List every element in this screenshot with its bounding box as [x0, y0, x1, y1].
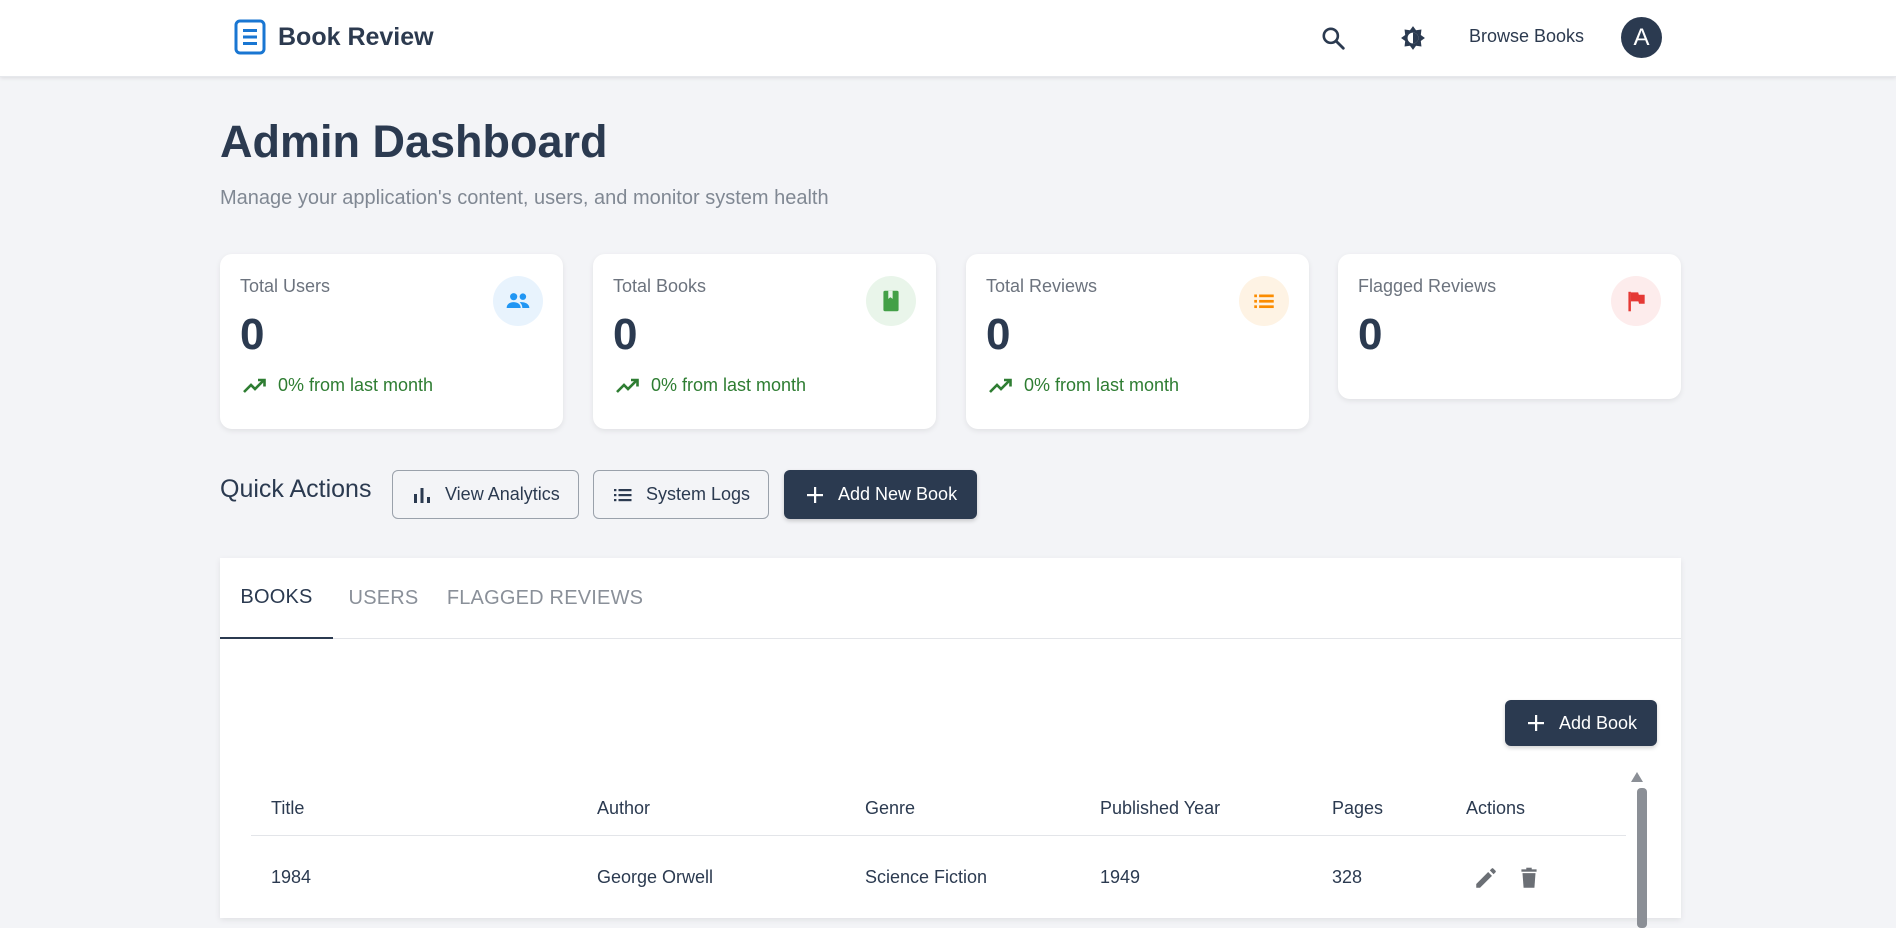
stat-trend-text: 0% from last month: [278, 375, 434, 395]
view-analytics-label: View Analytics: [445, 484, 560, 504]
stat-value: 0: [240, 310, 265, 359]
table-cell-author: George Orwell: [597, 867, 714, 887]
stat-icon-badge: [493, 276, 543, 326]
trash-icon: [1521, 867, 1537, 888]
add-book-label: Add Book: [1559, 712, 1638, 733]
stat-label: Total Users: [240, 276, 331, 296]
content-panel: BOOKS USERS FLAGGED REVIEWS Add Book Tit…: [220, 558, 1681, 928]
stat-label: Flagged Reviews: [1358, 276, 1497, 296]
stat-trend: 0% from last month: [615, 375, 806, 396]
page-subtitle: Manage your application's content, users…: [220, 187, 829, 209]
theme-toggle-button[interactable]: [1395, 20, 1431, 56]
delete-button[interactable]: [1514, 863, 1544, 893]
list-icon: [614, 488, 632, 501]
trending-up-icon: [989, 378, 1012, 393]
quick-actions-title: Quick Actions: [220, 475, 372, 503]
stat-card-flagged-reviews: Flagged Reviews 0: [1338, 254, 1681, 399]
stat-card-total-users: Total Users 0 0% from last month: [220, 254, 563, 429]
stat-label: Total Books: [613, 276, 707, 296]
column-header-published-year[interactable]: Published Year: [1100, 798, 1220, 819]
brightness-icon: [1401, 26, 1425, 50]
stat-label: Total Reviews: [986, 276, 1098, 296]
stat-value: 0: [1358, 310, 1383, 359]
stat-card-total-reviews: Total Reviews 0 0% from last month: [966, 254, 1309, 429]
view-analytics-button[interactable]: View Analytics: [392, 470, 579, 519]
stat-trend-text: 0% from last month: [651, 375, 807, 395]
trending-up-icon: [243, 378, 266, 393]
stat-value: 0: [613, 310, 638, 359]
column-header-author[interactable]: Author: [597, 798, 650, 819]
system-logs-label: System Logs: [646, 484, 751, 504]
scroll-up-arrow[interactable]: [1630, 771, 1644, 783]
tab-flagged-reviews[interactable]: FLAGGED REVIEWS: [445, 558, 645, 639]
bar-chart-icon: [414, 487, 430, 503]
browse-books-link[interactable]: Browse Books: [1469, 26, 1584, 47]
tab-bar: BOOKS USERS FLAGGED REVIEWS: [220, 558, 1681, 639]
column-header-genre[interactable]: Genre: [865, 798, 915, 819]
column-header-title[interactable]: Title: [271, 798, 304, 819]
stat-trend: 0% from last month: [242, 375, 433, 396]
stat-icon-badge: [1611, 276, 1661, 326]
stat-trend-text: 0% from last month: [1024, 375, 1180, 395]
stat-value: 0: [986, 310, 1011, 359]
stat-icon-badge: [1239, 276, 1289, 326]
table-cell-genre: Science Fiction: [865, 867, 988, 887]
pencil-icon: [1476, 868, 1496, 888]
add-new-book-label: Add New Book: [838, 484, 958, 504]
plus-icon: [1528, 715, 1544, 731]
tab-users[interactable]: USERS: [333, 558, 434, 639]
scrollbar-thumb[interactable]: [1637, 788, 1647, 928]
search-icon: [1322, 27, 1345, 50]
tab-books[interactable]: BOOKS: [220, 558, 333, 639]
edit-button[interactable]: [1471, 863, 1501, 893]
table-cell-pages: 328: [1332, 867, 1363, 887]
table-header-divider: [251, 835, 1626, 836]
table-cell-title: 1984: [271, 867, 312, 887]
search-button[interactable]: [1315, 20, 1351, 56]
stat-card-total-books: Total Books 0 0% from last month: [593, 254, 936, 429]
system-logs-button[interactable]: System Logs: [593, 470, 770, 519]
top-app-bar: Book Review Browse Books A: [0, 0, 1896, 77]
book-icon: [883, 290, 899, 312]
avatar[interactable]: A: [1621, 17, 1662, 58]
add-book-button[interactable]: Add Book: [1505, 700, 1658, 746]
flag-icon: [1628, 291, 1645, 312]
list-icon: [1254, 294, 1274, 309]
table-cell-year: 1949: [1100, 867, 1141, 887]
stat-trend: 0% from last month: [988, 375, 1179, 396]
brand[interactable]: Book Review: [234, 19, 434, 55]
page-title: Admin Dashboard: [220, 116, 608, 167]
trending-up-icon: [616, 378, 639, 393]
app-name: Book Review: [278, 22, 434, 51]
stat-icon-badge: [866, 276, 916, 326]
column-header-pages[interactable]: Pages: [1332, 798, 1383, 819]
add-new-book-button[interactable]: Add New Book: [784, 470, 978, 519]
column-header-actions: Actions: [1466, 798, 1526, 818]
people-icon: [506, 293, 530, 309]
plus-icon: [807, 486, 823, 503]
document-icon: [234, 19, 266, 55]
